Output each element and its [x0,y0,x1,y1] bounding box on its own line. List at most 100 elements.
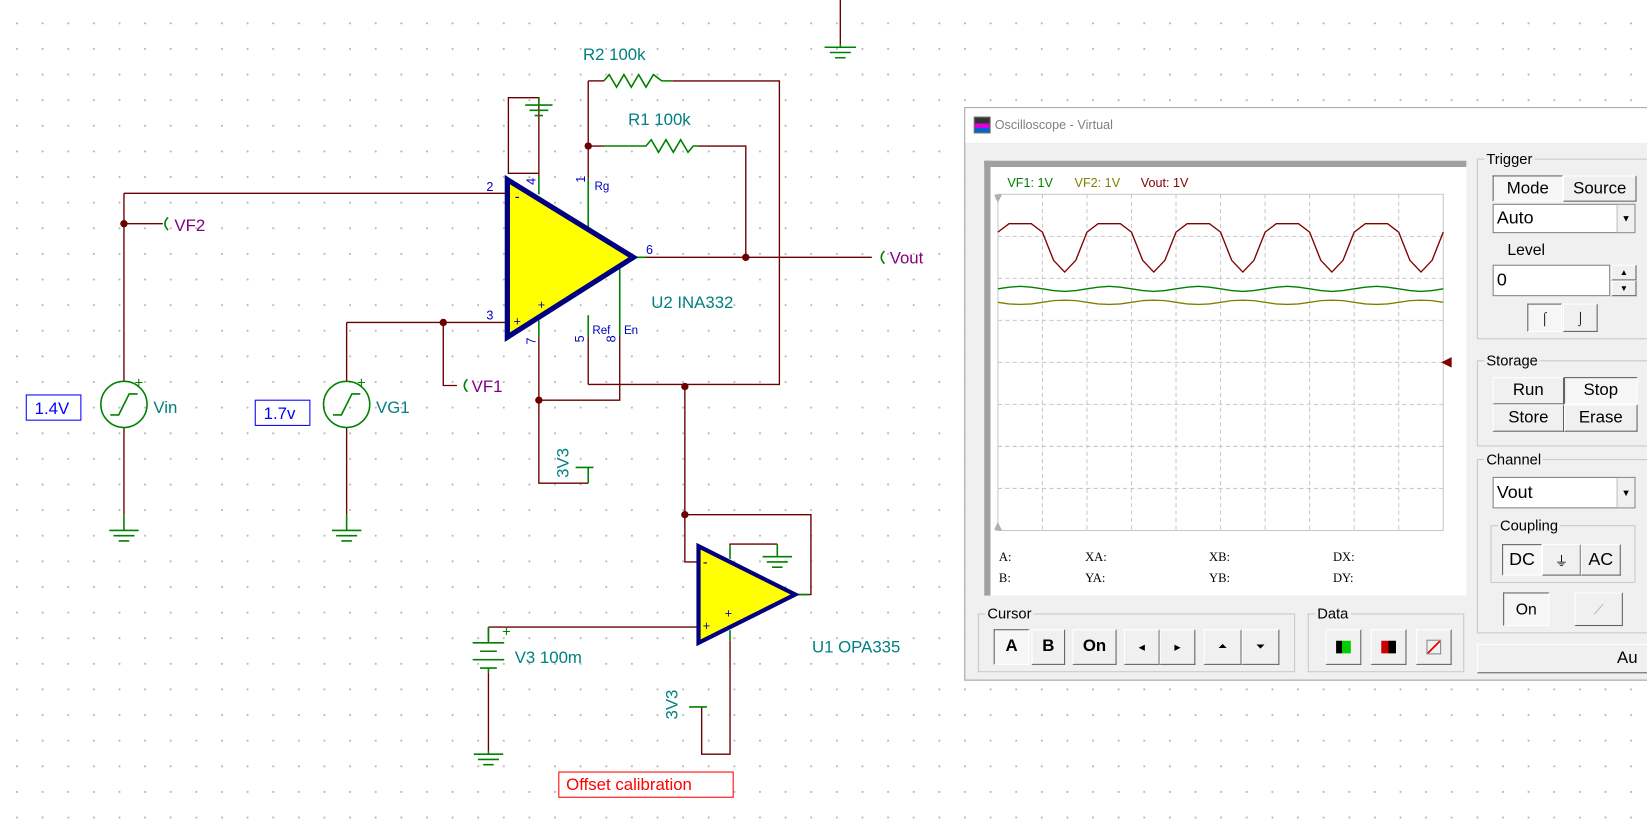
cursor-down-button[interactable]: ⏷ [1241,629,1280,665]
falling-edge-button[interactable]: ⌡ [1562,303,1598,332]
falling-edge-icon: ⌡ [1576,310,1585,326]
junctions [120,142,750,519]
u2-minus: - [515,190,520,206]
u2-plus: + [514,315,521,329]
vf2-net-label: VF2 [174,216,205,235]
channel-on-button[interactable]: On [1503,592,1550,627]
scope-plot[interactable] [994,192,1462,549]
cursor-on-button[interactable]: On [1072,629,1117,665]
vg1-label: VG1 [376,398,410,417]
stop-button[interactable]: Stop [1564,377,1638,405]
store-button[interactable]: Store [1492,404,1565,432]
supply-u1-label: 3V3 [663,690,682,720]
trigger-title: Trigger [1484,150,1535,168]
data-group: Data [1307,605,1465,673]
schematic: R2 100k R1 100k U2 INA332 U1 OPA335 V3 1… [25,0,924,798]
coupling-ground-button[interactable]: ⏚ [1541,544,1581,576]
vin-label: Vin [153,398,177,417]
cursor-up-button[interactable]: ⏶ [1203,629,1242,665]
pin-2: 2 [486,180,493,194]
readout-b: B: [998,570,1011,586]
trigger-level-input[interactable]: 0 [1492,264,1611,297]
vf1-net-label: VF1 [472,377,503,396]
channel-group: Channel Vout ▼ Coupling DC ⏚ AC On ⟋ [1476,450,1647,634]
run-button[interactable]: Run [1492,377,1565,405]
vg1-value: 1.7v [264,404,296,423]
level-up-button[interactable]: ▲ [1611,264,1637,281]
rising-edge-button[interactable]: ⌠ [1527,303,1562,332]
cursor-a-button[interactable]: A [993,629,1030,665]
pin-4: 4 [525,178,539,185]
u2-label: U2 INA332 [651,293,733,312]
coupling-group: Coupling DC ⏚ AC [1490,516,1636,583]
component-leads [100,44,886,766]
export-data-button[interactable] [1370,629,1407,665]
trigger-source-button[interactable]: Source [1562,175,1637,202]
v3-plus: + [502,625,511,641]
scope-screen: VF1: 1V VF2: 1V Vout: 1V A: XA: XB: DX: … [984,160,1467,596]
trigger-mode-select[interactable]: Auto ▼ [1492,203,1636,234]
pin-en: En [624,325,638,337]
offset-note: Offset calibration [566,775,692,794]
r1-resistor [603,138,699,154]
u1-label: U1 OPA335 [812,637,900,656]
top-marker [994,194,1003,203]
storage-title: Storage [1484,351,1540,369]
u1-plus: + [703,619,710,633]
import-data-icon [1336,640,1351,654]
cursor-left-button[interactable]: ◂ [1123,629,1160,665]
erase-button[interactable]: Erase [1564,404,1638,432]
u2-opamp [504,174,639,342]
pin-7: 7 [525,338,539,345]
readout-yb: YB: [1209,570,1231,586]
title-bar[interactable]: Oscilloscope - Virtual [965,108,1647,143]
export-data-icon [1381,640,1396,654]
trigger-mode-button[interactable]: Mode [1492,175,1563,202]
chevron-down-icon[interactable]: ▼ [1616,204,1635,233]
vin-value: 1.4V [35,399,70,418]
channel-select[interactable]: Vout ▼ [1492,476,1636,509]
channel-title: Channel [1484,450,1544,468]
coupling-title: Coupling [1497,516,1561,534]
r2-resistor [603,73,673,89]
trigger-mode-value: Auto [1496,207,1534,228]
pin-1: 1 [574,176,588,183]
coupling-ac-button[interactable]: AC [1580,544,1621,576]
vg1-plus: + [357,376,366,392]
readout-dx: DX: [1332,549,1355,565]
cursor-right-button[interactable]: ▸ [1159,629,1196,665]
chevron-down-icon[interactable]: ▼ [1616,477,1635,508]
pin-rg: Rg [595,181,610,193]
u1-opamp [696,542,800,647]
readout-a: A: [998,549,1012,565]
pin-ref: Ref [592,325,611,337]
channel-label-vout: Vout: 1V [1140,175,1189,191]
cursor-title: Cursor [985,605,1034,622]
auto-button[interactable]: Au [1476,643,1647,674]
readout-ya: YA: [1085,570,1106,586]
pin-5: 5 [573,335,587,342]
pin-3: 3 [486,308,493,322]
level-down-button[interactable]: ▼ [1611,280,1637,297]
tina-workspace: R2 100k R1 100k U2 INA332 U1 OPA335 V3 1… [0,0,1647,834]
v3-battery [472,627,505,673]
probe-icon: ⟋ [1593,600,1604,618]
supply-u2-label: 3V3 [553,448,572,478]
vout-net-label: Vout [890,249,924,268]
diagram-button[interactable] [1415,629,1452,665]
import-data-button[interactable] [1325,629,1362,665]
data-title: Data [1315,605,1351,622]
bottom-marker [994,522,1003,531]
diagram-icon [1426,639,1442,655]
v3-label: V3 100m [515,648,582,667]
probe-button[interactable]: ⟋ [1574,592,1623,627]
oscilloscope-window: Oscilloscope - Virtual VF1: 1V VF2: 1V V… [964,107,1647,681]
cursor-b-button[interactable]: B [1031,629,1066,665]
coupling-dc-button[interactable]: DC [1502,544,1542,576]
oscilloscope-app-icon [973,116,991,134]
readout-xa: XA: [1085,549,1107,565]
trigger-group: Trigger Mode Source Auto ▼ Level 0 ▲ ▼ ⌠ … [1476,150,1647,340]
readout-dy: DY: [1332,570,1354,586]
u1-minus: - [703,555,708,571]
vin-plus: + [134,376,143,392]
